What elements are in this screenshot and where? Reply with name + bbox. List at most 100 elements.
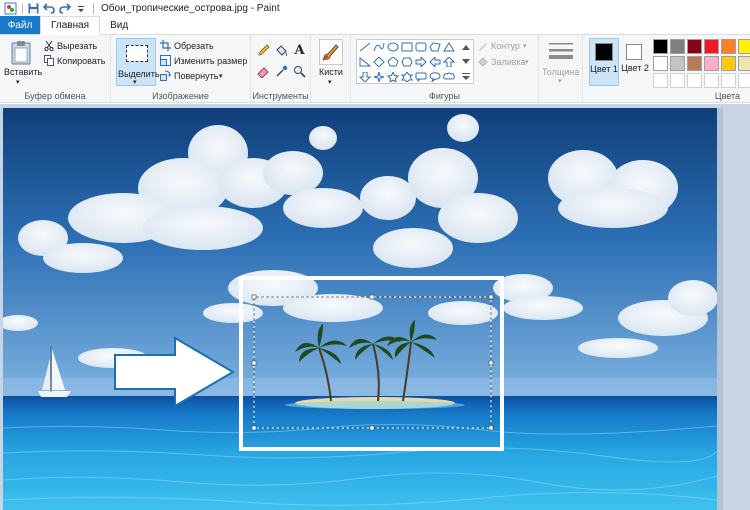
palette-color-swatch[interactable] (670, 56, 685, 71)
rotate-dropdown-arrow[interactable]: ▾ (219, 72, 223, 80)
crop-icon[interactable] (160, 40, 171, 51)
cut-icon[interactable] (44, 40, 54, 51)
size-group: Толщина ▾ (539, 35, 583, 103)
rectangle-shape-icon[interactable] (400, 41, 414, 53)
clipboard-group: Вставить ▾ Вырезать Копировать Буфер обм… (0, 35, 111, 103)
fill-button[interactable]: Заливка (491, 57, 526, 67)
eraser-icon[interactable] (257, 65, 270, 78)
rotate-button[interactable]: Повернуть (174, 71, 218, 81)
resize-icon[interactable] (160, 55, 171, 66)
copy-button[interactable]: Копировать (57, 56, 105, 66)
brushes-icon[interactable] (319, 39, 343, 65)
shapes-expand-icon[interactable] (460, 71, 472, 83)
brushes-button[interactable]: Кисти (319, 67, 343, 77)
triangle-shape-icon[interactable] (442, 41, 456, 53)
undo-icon[interactable] (42, 2, 56, 16)
select-button[interactable]: Выделить ▾ (116, 38, 160, 86)
tab-view[interactable]: Вид (100, 16, 138, 34)
fill-dropdown-arrow[interactable]: ▾ (525, 58, 529, 66)
palette-color-swatch[interactable] (738, 39, 750, 54)
palette-color-swatch[interactable] (704, 39, 719, 54)
oval-shape-icon[interactable] (386, 41, 400, 53)
crop-button[interactable]: Обрезать (174, 41, 214, 51)
five-point-star-shape-icon[interactable] (386, 71, 400, 83)
color1-button[interactable]: Цвет 1 (589, 38, 619, 86)
palette-color-swatch[interactable] (687, 39, 702, 54)
palette-color-swatch[interactable] (704, 56, 719, 71)
shapes-scroll-down-icon[interactable] (460, 56, 472, 68)
diamond-shape-icon[interactable] (372, 56, 386, 68)
paste-dropdown-arrow[interactable]: ▾ (16, 78, 20, 86)
paste-icon[interactable] (10, 39, 32, 65)
shapes-scroll-up-icon[interactable] (460, 41, 472, 53)
clipboard-group-label: Буфер обмена (24, 91, 86, 101)
down-arrow-shape-icon[interactable] (358, 71, 372, 83)
fill-icon[interactable] (478, 57, 488, 67)
outline-icon[interactable] (478, 41, 488, 51)
paint-app-icon (3, 2, 17, 16)
ribbon-tabs: Файл Главная Вид (0, 16, 750, 35)
select-rectangle-icon (126, 45, 148, 62)
size-button[interactable]: Толщина (542, 67, 579, 77)
line-shape-icon[interactable] (358, 41, 372, 53)
redo-icon[interactable] (58, 2, 72, 16)
tab-file[interactable]: Файл (0, 16, 40, 34)
paste-button[interactable]: Вставить (4, 67, 42, 77)
cut-button[interactable]: Вырезать (57, 41, 97, 51)
custom-color-slot[interactable] (704, 73, 719, 88)
custom-color-slot[interactable] (738, 73, 750, 88)
palette-color-swatch[interactable] (653, 56, 668, 71)
image-canvas[interactable] (3, 108, 717, 510)
line-width-icon[interactable] (548, 40, 574, 64)
separator (22, 3, 23, 14)
hexagon-shape-icon[interactable] (400, 56, 414, 68)
palette-color-swatch[interactable] (653, 39, 668, 54)
up-arrow-shape-icon[interactable] (442, 56, 456, 68)
custom-color-slot[interactable] (687, 73, 702, 88)
colors-group: Цвет 1 Цвет 2 Цвета (583, 35, 750, 103)
palette-color-swatch[interactable] (721, 56, 736, 71)
curve-shape-icon[interactable] (372, 41, 386, 53)
customize-quick-access-icon[interactable] (74, 2, 88, 16)
canvas-right-margin (717, 108, 723, 510)
color-picker-icon[interactable] (275, 65, 288, 78)
brushes-dropdown-arrow[interactable]: ▾ (328, 78, 332, 86)
oval-callout-shape-icon[interactable] (428, 71, 442, 83)
text-tool-icon[interactable]: A (293, 43, 306, 58)
title-bar: Обои_тропические_острова.jpg - Paint (0, 0, 750, 17)
rotate-icon[interactable] (160, 70, 171, 81)
copy-icon[interactable] (44, 55, 54, 66)
custom-color-slot[interactable] (721, 73, 736, 88)
fill-bucket-icon[interactable] (275, 44, 288, 57)
color2-swatch (626, 44, 642, 60)
rounded-callout-shape-icon[interactable] (414, 71, 428, 83)
select-dropdown-arrow[interactable]: ▾ (133, 78, 137, 86)
tab-home[interactable]: Главная (40, 16, 101, 35)
right-triangle-shape-icon[interactable] (358, 56, 372, 68)
left-arrow-shape-icon[interactable] (428, 56, 442, 68)
outline-dropdown-arrow[interactable]: ▾ (523, 42, 527, 50)
palette-color-swatch[interactable] (738, 56, 750, 71)
cloud-callout-shape-icon[interactable] (442, 71, 456, 83)
polygon-shape-icon[interactable] (428, 41, 442, 53)
four-point-star-shape-icon[interactable] (372, 71, 386, 83)
color2-label: Цвет 2 (621, 63, 649, 73)
shapes-group-label: Фигуры (428, 91, 461, 101)
save-icon[interactable] (26, 2, 40, 16)
color2-button[interactable]: Цвет 2 (620, 38, 650, 86)
palette-color-swatch[interactable] (687, 56, 702, 71)
tools-group: A Инструменты (251, 35, 311, 103)
size-dropdown-arrow[interactable]: ▾ (558, 77, 562, 85)
outline-button[interactable]: Контур (491, 41, 520, 51)
custom-color-slot[interactable] (670, 73, 685, 88)
palette-color-swatch[interactable] (721, 39, 736, 54)
magnifier-icon[interactable] (293, 65, 306, 78)
resize-button[interactable]: Изменить размер (174, 56, 247, 66)
right-arrow-shape-icon[interactable] (414, 56, 428, 68)
palette-color-swatch[interactable] (670, 39, 685, 54)
rounded-rectangle-shape-icon[interactable] (414, 41, 428, 53)
custom-color-slot[interactable] (653, 73, 668, 88)
six-point-star-shape-icon[interactable] (400, 71, 414, 83)
pencil-icon[interactable] (257, 44, 270, 57)
pentagon-shape-icon[interactable] (386, 56, 400, 68)
